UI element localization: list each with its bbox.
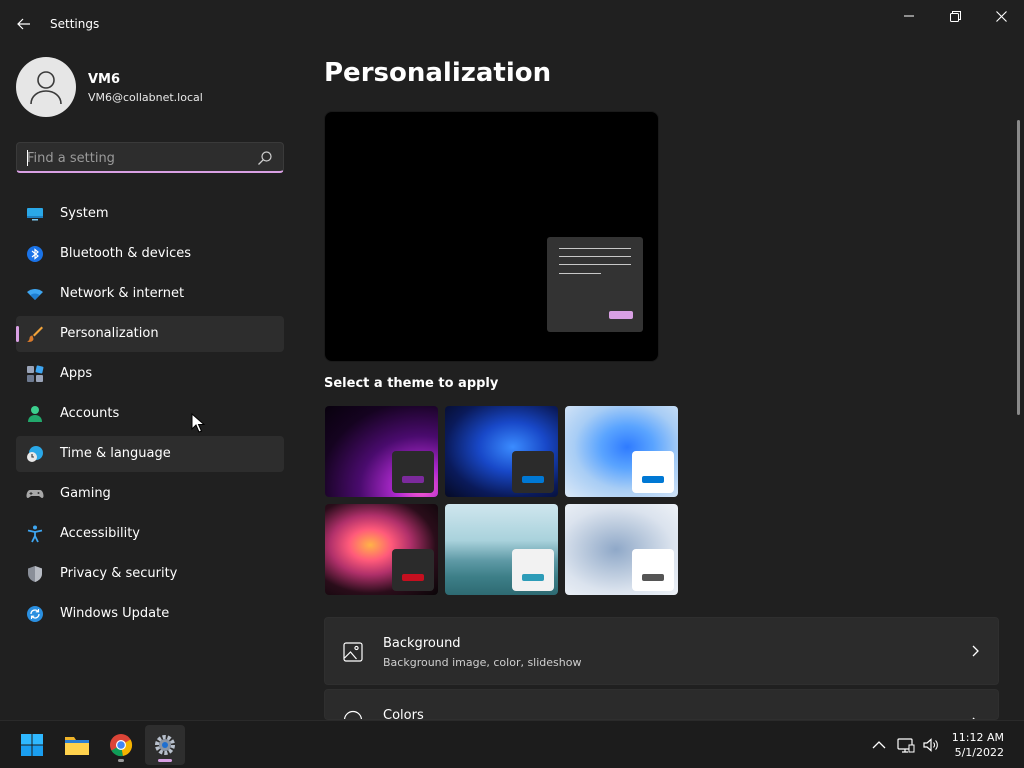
sidebar-item-label: Apps [60, 366, 93, 381]
folder-icon [65, 737, 89, 755]
network-icon[interactable] [897, 736, 915, 754]
apps-icon [27, 365, 44, 382]
sidebar-item-personalization[interactable]: Personalization [16, 316, 284, 352]
bluetooth-icon [27, 246, 43, 262]
sidebar-item-accessibility[interactable]: Accessibility [16, 516, 284, 552]
shield-icon [28, 566, 42, 582]
sidebar-item-apps[interactable]: Apps [16, 356, 284, 392]
sidebar-item-label: Network & internet [60, 286, 185, 301]
title-bar: Settings [0, 0, 1024, 48]
sidebar-item-label: Personalization [60, 326, 159, 341]
theme-thumbnail[interactable] [565, 406, 678, 497]
theme-grid [325, 406, 681, 596]
sidebar-item-label: Accounts [60, 406, 120, 421]
scrollbar[interactable] [1017, 120, 1020, 415]
background-card[interactable]: Background Background image, color, slid… [324, 617, 999, 685]
sidebar-item-time-language[interactable]: Time & language [16, 436, 284, 472]
person-icon [30, 71, 62, 105]
theme-preview [324, 111, 659, 362]
card-title: Background [383, 636, 461, 651]
theme-thumbnail[interactable] [445, 504, 558, 595]
sidebar-item-windows-update[interactable]: Windows Update [16, 596, 284, 632]
theme-thumbnail[interactable] [565, 504, 678, 595]
colors-card[interactable]: Colors [324, 689, 999, 720]
minimize-icon [904, 15, 914, 17]
sidebar-item-label: Gaming [60, 486, 111, 501]
text-caret [27, 150, 28, 166]
selection-indicator [16, 326, 19, 342]
back-arrow-icon [17, 18, 30, 30]
sidebar-item-label: Accessibility [60, 526, 140, 541]
sidebar-item-network[interactable]: Network & internet [16, 276, 284, 312]
sidebar-item-label: System [60, 206, 109, 221]
chevron-up-icon[interactable] [870, 736, 888, 754]
sidebar-item-gaming[interactable]: Gaming [16, 476, 284, 512]
search-icon[interactable] [257, 150, 273, 166]
close-button[interactable] [978, 0, 1024, 32]
close-icon [995, 10, 1007, 22]
search-input[interactable] [27, 148, 247, 168]
sidebar-item-accounts[interactable]: Accounts [16, 396, 284, 432]
taskbar-chrome[interactable] [101, 725, 141, 765]
back-button[interactable] [12, 12, 36, 36]
sidebar-item-label: Bluetooth & devices [60, 246, 191, 261]
image-icon [343, 642, 363, 662]
theme-thumbnail[interactable] [325, 504, 438, 595]
windows-start-icon [21, 734, 43, 756]
accessibility-icon [27, 525, 43, 543]
sidebar-item-system[interactable]: System [16, 196, 284, 232]
person-icon [28, 406, 42, 422]
preview-window [547, 237, 643, 332]
active-indicator [158, 759, 172, 762]
card-subtitle: Background image, color, slideshow [383, 656, 582, 669]
mouse-cursor-icon [191, 413, 205, 433]
sidebar-item-bluetooth[interactable]: Bluetooth & devices [16, 236, 284, 272]
search-box[interactable] [16, 142, 284, 173]
sidebar-nav: System Bluetooth & devices Network & int… [16, 196, 284, 636]
sidebar-item-label: Windows Update [60, 606, 170, 621]
volume-icon[interactable] [922, 736, 940, 754]
gear-icon [155, 735, 175, 755]
avatar[interactable] [16, 57, 76, 117]
theme-section-heading: Select a theme to apply [324, 376, 499, 391]
taskbar: 11:12 AM 5/1/2022 [0, 720, 1024, 768]
sidebar-item-label: Time & language [60, 446, 171, 461]
minimize-button[interactable] [886, 0, 932, 32]
card-title: Colors [383, 708, 424, 720]
globe-clock-icon [27, 446, 43, 462]
user-email: VM6@collabnet.local [88, 91, 203, 104]
taskbar-settings[interactable] [145, 725, 185, 765]
theme-thumbnail[interactable] [325, 406, 438, 497]
chevron-right-icon [972, 645, 979, 657]
taskbar-file-explorer[interactable] [57, 725, 97, 765]
restore-icon [949, 10, 961, 22]
theme-thumbnail[interactable] [445, 406, 558, 497]
palette-icon [343, 710, 363, 719]
app-title: Settings [50, 17, 100, 31]
gamepad-icon [26, 490, 44, 498]
restore-button[interactable] [932, 0, 978, 32]
monitor-icon [27, 208, 43, 221]
update-icon [27, 606, 43, 622]
sidebar-item-label: Privacy & security [60, 566, 178, 581]
user-name: VM6 [88, 72, 121, 87]
clock-time: 11:12 AM [951, 731, 1004, 744]
system-clock[interactable]: 11:12 AM 5/1/2022 [952, 730, 1004, 760]
page-title: Personalization [324, 58, 552, 88]
wifi-icon [27, 289, 43, 300]
paintbrush-icon [27, 326, 43, 342]
running-indicator [118, 759, 124, 762]
clock-date: 5/1/2022 [954, 746, 1004, 759]
taskbar-start-button[interactable] [12, 725, 52, 765]
preview-accent-button [609, 311, 633, 319]
chrome-icon [110, 734, 133, 757]
sidebar-item-privacy[interactable]: Privacy & security [16, 556, 284, 592]
